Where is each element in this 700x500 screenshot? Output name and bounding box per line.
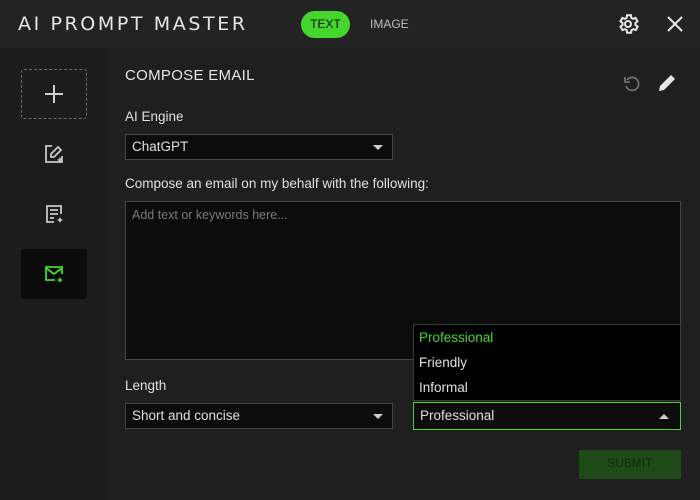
sidebar-item-document[interactable] xyxy=(21,189,87,239)
tone-select[interactable]: Professional xyxy=(413,402,681,430)
sidebar-add-button[interactable] xyxy=(21,69,87,119)
gear-icon[interactable] xyxy=(616,12,640,36)
length-label: Length xyxy=(125,378,167,393)
tone-option-professional[interactable]: Professional xyxy=(414,325,680,350)
sidebar-item-image-edit[interactable] xyxy=(21,129,87,179)
chevron-up-icon xyxy=(659,414,669,419)
ai-engine-select[interactable]: ChatGPT xyxy=(125,134,393,160)
chevron-down-icon xyxy=(373,414,383,419)
email-compose-icon xyxy=(45,266,63,283)
chevron-down-icon xyxy=(373,145,383,150)
tone-value: Professional xyxy=(420,408,495,423)
tone-option-informal[interactable]: Informal xyxy=(414,375,680,400)
document-edit-icon xyxy=(46,205,63,223)
edit-pencil-icon[interactable] xyxy=(656,72,678,94)
app-title: AI PROMPT MASTER xyxy=(18,13,248,35)
submit-button[interactable]: SUBMIT xyxy=(579,450,681,479)
tone-dropdown-list: Professional Friendly Informal xyxy=(413,324,681,401)
page-title: COMPOSE EMAIL xyxy=(125,67,255,84)
length-select[interactable]: Short and concise xyxy=(125,403,393,429)
tone-option-friendly[interactable]: Friendly xyxy=(414,350,680,375)
compose-label: Compose an email on my behalf with the f… xyxy=(125,176,429,191)
tab-image[interactable]: IMAGE xyxy=(360,11,419,38)
ai-engine-label: AI Engine xyxy=(125,109,184,124)
close-icon[interactable] xyxy=(663,12,687,36)
ai-engine-value: ChatGPT xyxy=(132,139,189,154)
add-icon xyxy=(45,85,63,103)
main-panel: COMPOSE EMAIL AI Engine ChatGPT Compose … xyxy=(105,48,700,500)
sidebar-item-email[interactable] xyxy=(21,249,87,299)
undo-icon[interactable] xyxy=(622,74,642,94)
image-edit-icon xyxy=(45,145,63,163)
title-bar: AI PROMPT MASTER TEXT IMAGE xyxy=(0,0,700,48)
tab-text[interactable]: TEXT xyxy=(301,11,350,38)
sidebar xyxy=(0,48,105,500)
length-value: Short and concise xyxy=(132,408,241,423)
